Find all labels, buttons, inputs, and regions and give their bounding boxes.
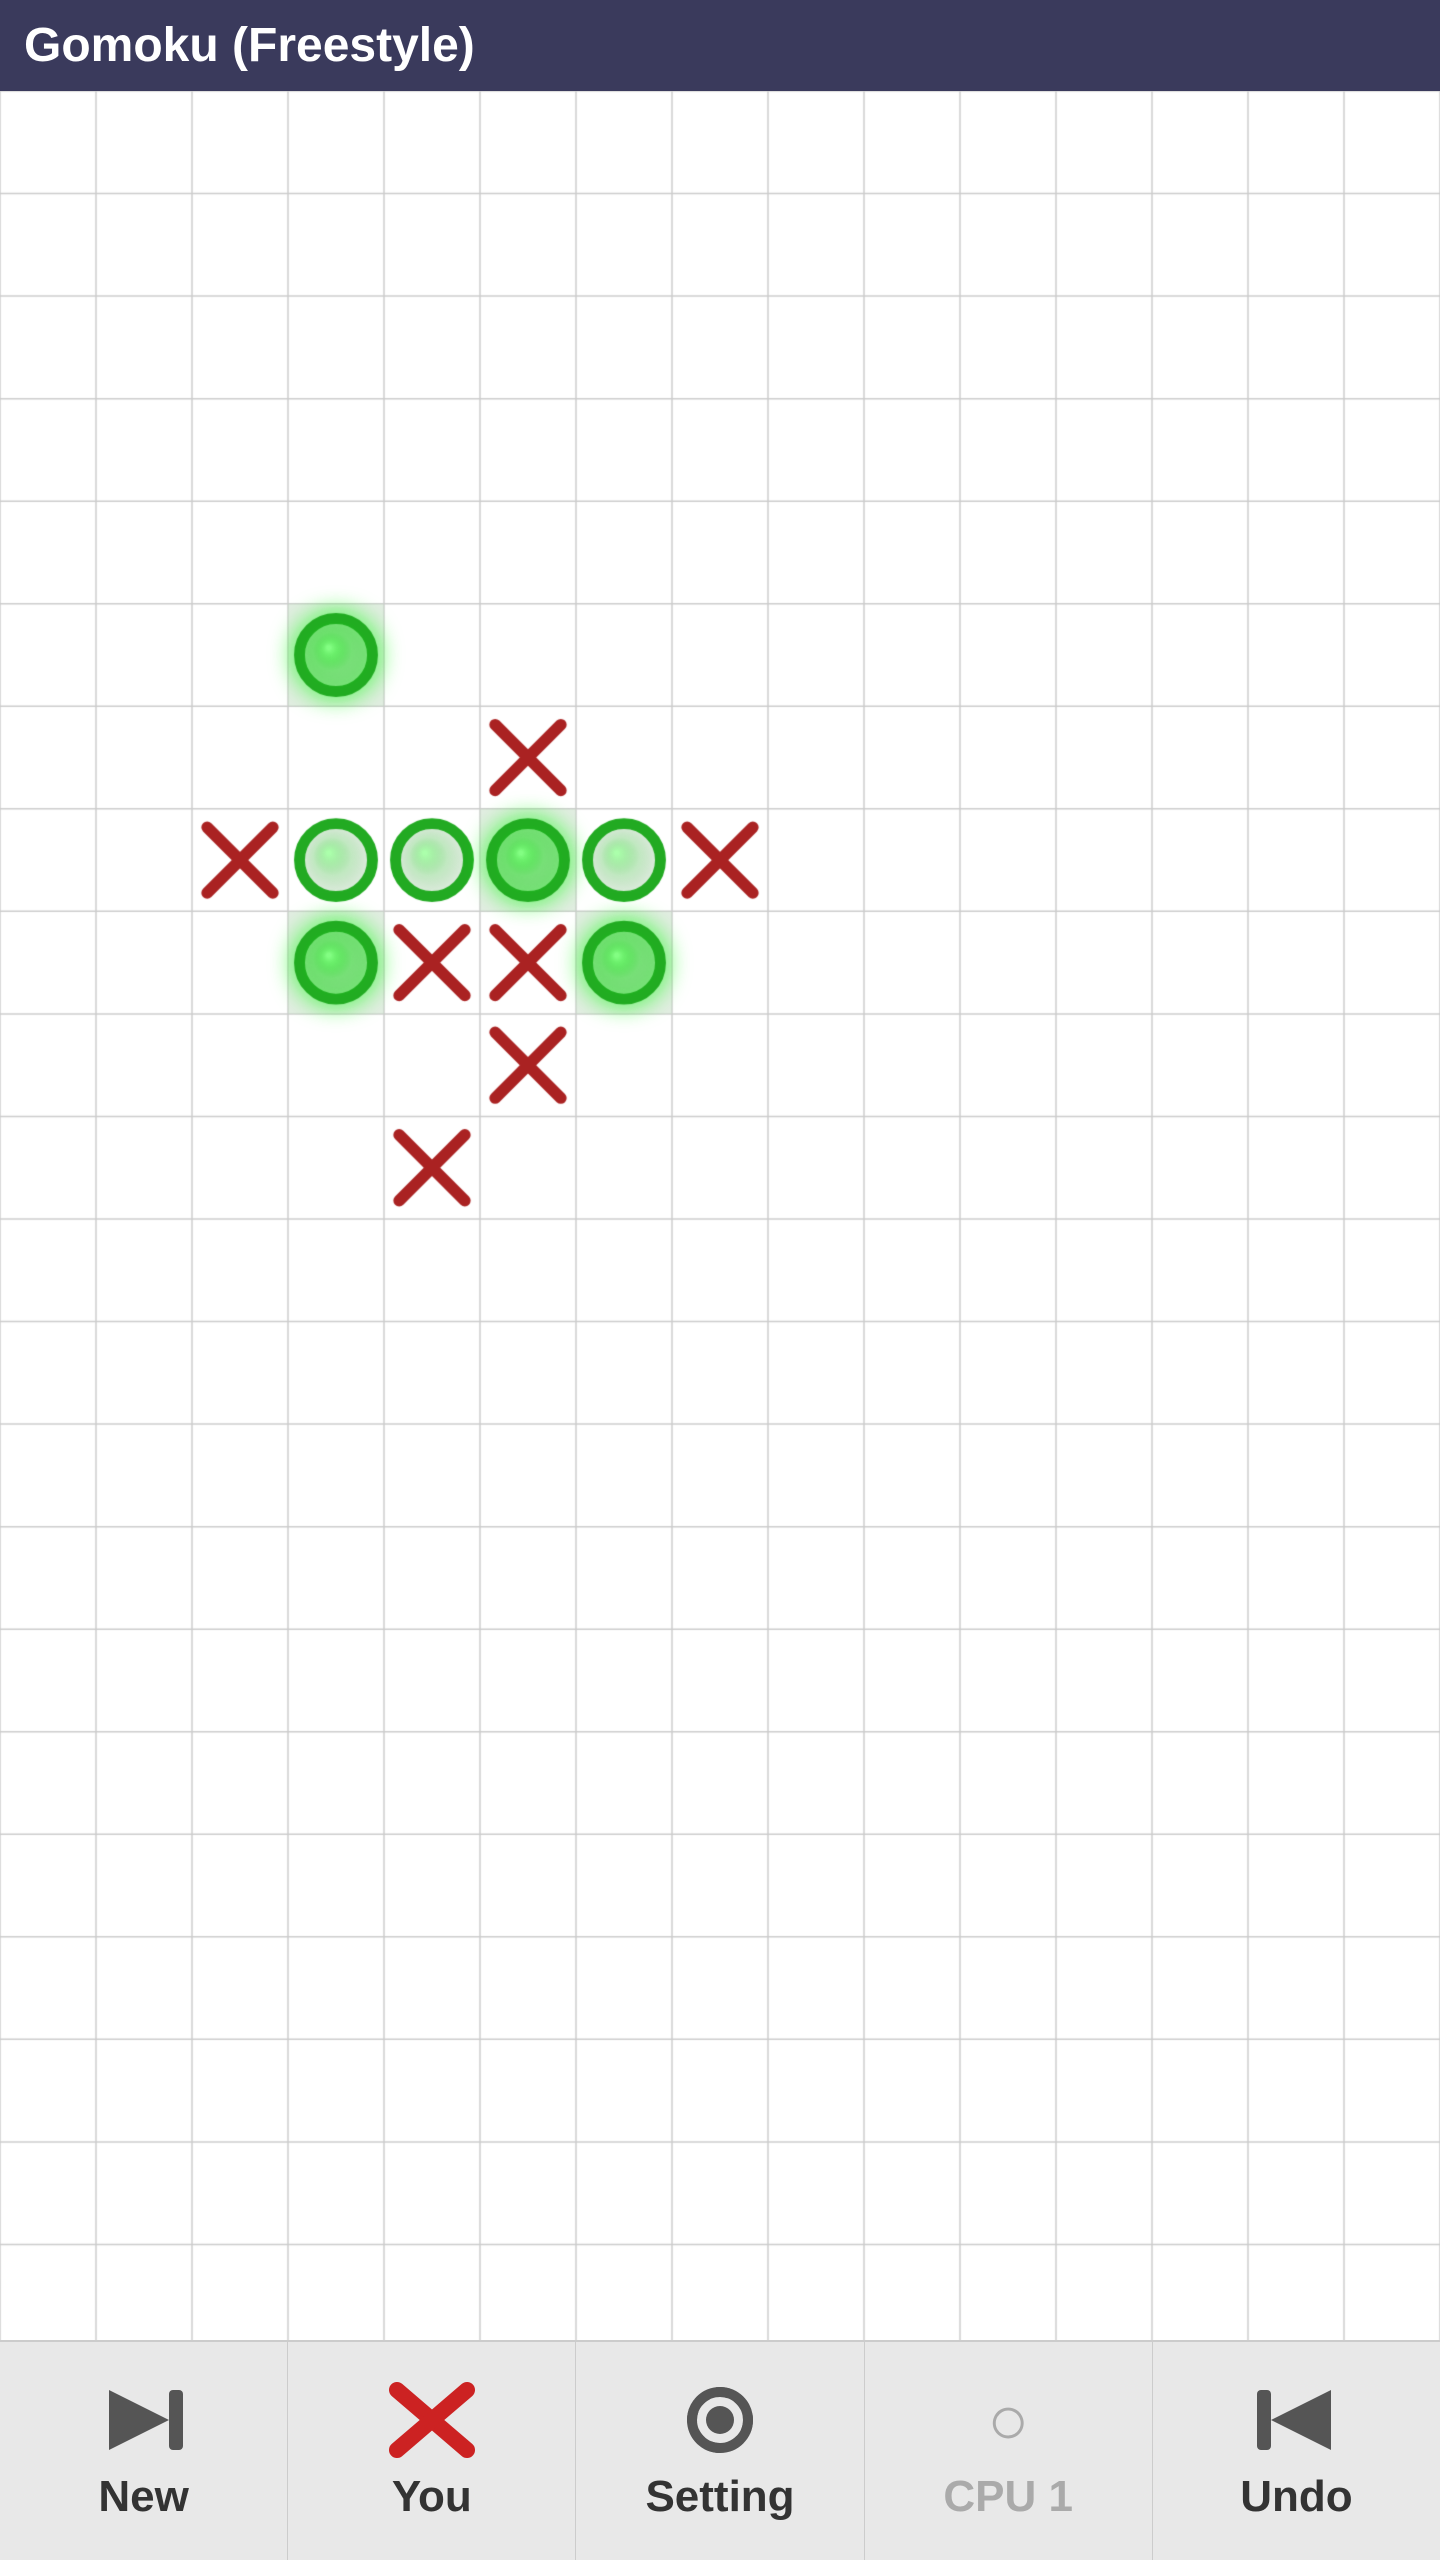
setting-label: Setting — [645, 2472, 794, 2522]
undo-button[interactable]: Undo — [1153, 2342, 1440, 2560]
cpu1-label: CPU 1 — [943, 2472, 1073, 2522]
grid-canvas[interactable] — [0, 91, 1440, 2340]
you-button[interactable]: You — [288, 2342, 576, 2560]
new-label: New — [98, 2472, 188, 2522]
undo-label: Undo — [1240, 2472, 1352, 2522]
undo-icon — [1251, 2380, 1341, 2460]
you-icon — [387, 2380, 477, 2460]
setting-button[interactable]: Setting — [576, 2342, 864, 2560]
bottom-bar: New You Setting ○ CPU 1 — [0, 2340, 1440, 2560]
new-icon — [99, 2380, 189, 2460]
cpu1-button: ○ CPU 1 — [865, 2342, 1153, 2560]
cpu1-icon: ○ — [987, 2380, 1029, 2460]
new-button[interactable]: New — [0, 2342, 288, 2560]
game-title: Gomoku (Freestyle) — [24, 19, 475, 72]
title-bar: Gomoku (Freestyle) — [0, 0, 1440, 91]
you-label: You — [392, 2472, 472, 2522]
setting-icon — [675, 2380, 765, 2460]
game-board[interactable] — [0, 91, 1440, 2340]
